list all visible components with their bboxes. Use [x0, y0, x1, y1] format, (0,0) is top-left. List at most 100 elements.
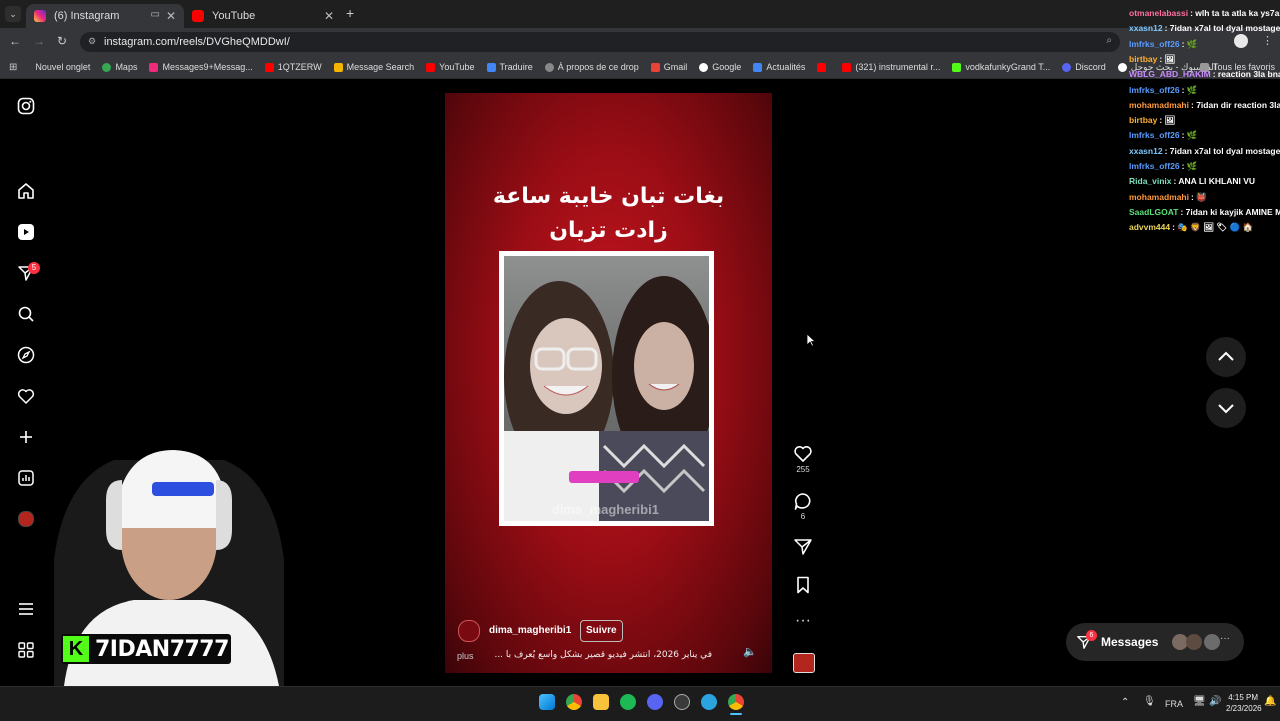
comment-button[interactable]: 6: [792, 492, 814, 521]
next-reel-button[interactable]: [1206, 388, 1246, 428]
close-tab-icon[interactable]: ✕: [166, 9, 176, 23]
follow-button[interactable]: Suivre: [580, 620, 623, 642]
youtube-icon: [842, 62, 852, 72]
apps-icon[interactable]: ⊞: [9, 62, 17, 73]
bookmark-discord[interactable]: Discord: [1062, 62, 1106, 72]
chat-username: xxasn12: [1129, 23, 1163, 34]
chat-text: : 🌿: [1181, 38, 1198, 49]
chat-message: xxasn12: 7idan x7al tol dyal mostage dy: [1129, 23, 1280, 33]
bookmark-translate[interactable]: Traduire: [486, 62, 533, 72]
bookmark-message-search[interactable]: Message Search: [333, 62, 414, 72]
chevron-down-icon: [1218, 404, 1234, 414]
browser-menu-icon[interactable]: ⋮: [1262, 34, 1273, 47]
volume-icon[interactable]: 🔈: [743, 645, 757, 658]
author-username[interactable]: dima_magheribi1: [489, 625, 571, 636]
address-bar[interactable]: ⚙ instagram.com/reels/DVGheQMDDwI/ ⌕: [80, 32, 1120, 52]
chat-username: WBLG_ABD_HAKIM: [1129, 69, 1211, 80]
more-options-icon[interactable]: ···: [792, 612, 814, 630]
news-icon: [753, 62, 763, 72]
clock[interactable]: 4:15 PM 2/23/2026: [1226, 692, 1262, 714]
bookmarks-bar: ⊞ Nouvel onglet Maps Messages9+Messag...…: [0, 56, 1280, 79]
explore-icon[interactable]: [16, 345, 36, 365]
microphone-icon[interactable]: 🎙: [1143, 696, 1156, 707]
bookmark-youtube-2[interactable]: [817, 62, 830, 72]
language-indicator[interactable]: FRA: [1165, 699, 1183, 709]
caption-line-1: بغات تبان خايبة ساعة: [492, 184, 725, 209]
bookmark-youtube[interactable]: YouTube: [426, 62, 475, 72]
author-avatar[interactable]: [458, 620, 480, 642]
bookmark-maps[interactable]: Maps: [102, 62, 137, 72]
menu-icon[interactable]: [16, 599, 36, 619]
heart-icon: [794, 446, 812, 462]
forward-icon[interactable]: →: [33, 34, 45, 48]
reel-description: في يناير 2026، انتشر فيديو قصير بشكل واس…: [494, 650, 712, 660]
tab-search-button[interactable]: ⌄: [5, 6, 21, 22]
share-icon: [794, 539, 812, 555]
search-icon[interactable]: [16, 304, 36, 324]
tray-chevron-icon[interactable]: ⌃: [1121, 697, 1129, 708]
url-text: instagram.com/reels/DVGheQMDDwI/: [104, 36, 290, 48]
site-info-icon[interactable]: ⚙: [88, 36, 96, 47]
bookmark-google[interactable]: Google: [699, 62, 741, 72]
profile-avatar[interactable]: [16, 509, 36, 529]
chat-text: : wlh ta ta atla ka ys7abli: [1190, 8, 1280, 18]
obs-icon[interactable]: [674, 694, 690, 710]
volume-icon[interactable]: 🔊: [1209, 696, 1221, 707]
bookmark-news[interactable]: Actualités: [753, 62, 805, 72]
bookmark-vodkafunky[interactable]: vodkafunkyGrand T...: [952, 62, 1050, 72]
bookmark-instrumental[interactable]: (321) instrumental r...: [842, 62, 940, 72]
tab-label: YouTube: [212, 10, 256, 22]
save-button[interactable]: [792, 576, 814, 596]
spotify-icon[interactable]: [620, 694, 636, 710]
new-tab-button[interactable]: +: [346, 5, 354, 21]
profile-icon[interactable]: [1234, 34, 1248, 48]
more-link[interactable]: plus: [457, 651, 474, 661]
instagram-logo-icon[interactable]: [16, 96, 36, 116]
youtube-favicon-icon: [192, 10, 204, 22]
bookmark-gmail[interactable]: Gmail: [650, 62, 687, 72]
chrome-active-icon[interactable]: [728, 694, 744, 710]
tab-youtube[interactable]: YouTube ✕: [184, 4, 342, 28]
discord-icon[interactable]: [647, 694, 663, 710]
more-apps-icon[interactable]: [16, 640, 36, 660]
bookmark-1qtzerw[interactable]: 1QTZERW: [264, 62, 322, 72]
close-tab-icon[interactable]: ✕: [324, 9, 334, 23]
instagram-favicon-icon: [34, 10, 46, 22]
streamer-name: 7IDAN7777: [95, 636, 229, 662]
bookmark-about-drop[interactable]: À propos de ce drop: [544, 62, 639, 72]
windows-taskbar: [0, 686, 1280, 721]
picture-in-picture-icon[interactable]: ▭: [151, 9, 160, 20]
create-icon[interactable]: [16, 427, 36, 447]
chevron-up-icon: [1218, 351, 1234, 361]
chrome-icon[interactable]: [566, 694, 582, 710]
chat-text: : 7idan x7al tol dyal mostage dy: [1164, 145, 1280, 156]
reels-icon[interactable]: [16, 222, 36, 242]
home-icon[interactable]: [16, 181, 36, 201]
comment-count: 6: [800, 512, 806, 521]
chat-message: otmanelabassi: wlh ta ta atla ka ys7abli: [1129, 8, 1280, 18]
contact-avatar: [1204, 634, 1220, 650]
messages-bar[interactable]: 6 Messages ···: [1066, 623, 1244, 661]
back-icon[interactable]: ←: [9, 34, 21, 48]
file-explorer-icon[interactable]: [593, 694, 609, 710]
share-button[interactable]: [792, 538, 814, 558]
notification-bell-icon[interactable]: 🔔: [1264, 696, 1276, 707]
reload-icon[interactable]: ↻: [57, 34, 67, 48]
bookmark-icon: [797, 576, 809, 594]
messages-label: Messages: [1101, 635, 1159, 649]
dashboard-icon[interactable]: [16, 468, 36, 488]
audio-thumbnail[interactable]: [793, 653, 815, 673]
bookmark-new-tab[interactable]: Nouvel onglet: [35, 62, 90, 72]
telegram-icon[interactable]: [701, 694, 717, 710]
like-button[interactable]: 255: [792, 445, 814, 474]
bookmark-messages[interactable]: Messages9+Messag...: [149, 62, 253, 72]
start-icon[interactable]: [539, 694, 555, 710]
zoom-icon[interactable]: ⌕: [1106, 35, 1112, 46]
notifications-icon[interactable]: [16, 386, 36, 406]
chat-text: : 🌿: [1181, 161, 1198, 171]
network-icon[interactable]: 🖥: [1193, 696, 1206, 707]
maps-icon: [102, 62, 112, 72]
chat-username: mohamadmahi: [1129, 191, 1189, 202]
tab-instagram[interactable]: (6) Instagram ▭ ✕: [26, 4, 184, 28]
previous-reel-button[interactable]: [1206, 337, 1246, 377]
